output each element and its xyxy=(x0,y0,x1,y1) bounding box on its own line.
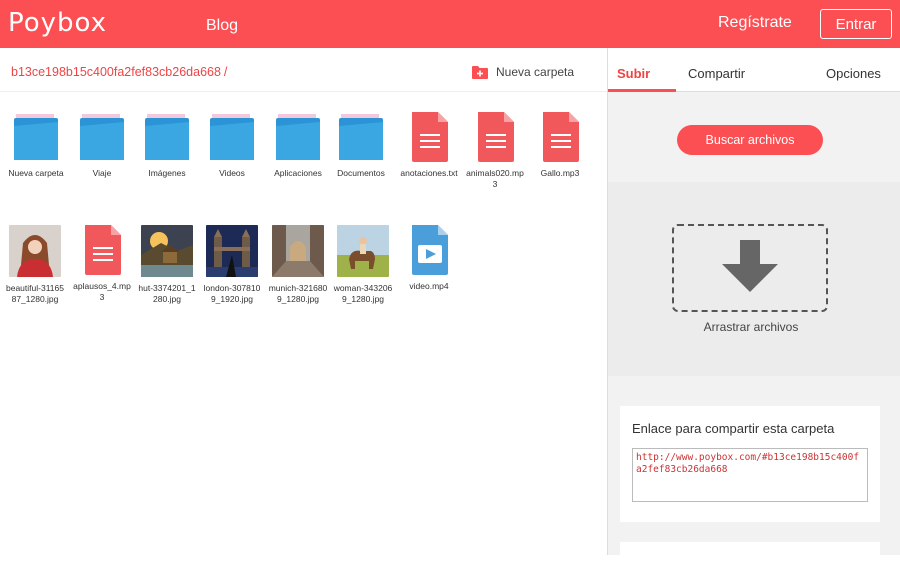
file-item[interactable]: munich-3216809_1280.jpg xyxy=(268,225,328,304)
file-label: aplausos_4.mp3 xyxy=(73,281,131,302)
document-icon xyxy=(478,112,514,162)
file-item[interactable]: Aplicaciones xyxy=(268,112,328,179)
download-arrow-icon xyxy=(722,240,778,292)
share-link-title: Enlace para compartir esta carpeta xyxy=(632,421,835,436)
file-item[interactable]: hut-3374201_1280.jpg xyxy=(137,225,197,304)
active-tab-indicator xyxy=(608,89,676,92)
file-item[interactable]: Documentos xyxy=(331,112,391,179)
drop-zone-area[interactable]: Arrastrar archivos xyxy=(608,182,900,376)
file-label: woman-3432069_1280.jpg xyxy=(333,283,393,304)
photo-thumbnail xyxy=(272,225,324,277)
photo-thumbnail xyxy=(206,225,258,277)
login-button[interactable]: Entrar xyxy=(820,9,892,39)
folder-icon xyxy=(80,114,124,160)
file-label: beautiful-3116587_1280.jpg xyxy=(6,283,64,304)
file-label: video.mp4 xyxy=(409,281,449,291)
drop-zone-label: Arrastrar archivos xyxy=(703,320,799,334)
folder-icon xyxy=(145,114,189,160)
file-item[interactable]: Nueva carpeta xyxy=(6,112,66,179)
file-item[interactable]: london-3078109_1920.jpg xyxy=(202,225,262,304)
share-link-field[interactable]: http://www.poybox.com/#b13ce198b15c400fa… xyxy=(632,448,868,502)
document-icon xyxy=(85,225,121,275)
file-item[interactable]: Videos xyxy=(202,112,262,179)
file-item[interactable]: Viaje xyxy=(72,112,132,179)
nav-blog-link[interactable]: Blog xyxy=(206,17,238,35)
file-label: Imágenes xyxy=(148,168,186,178)
file-item[interactable]: aplausos_4.mp3 xyxy=(72,225,132,302)
file-label: hut-3374201_1280.jpg xyxy=(138,283,196,304)
breadcrumb-bar: b13ce198b15c400fa2fef83cb26da668/ Nueva … xyxy=(0,48,607,92)
video-file-icon xyxy=(412,225,448,275)
new-folder-label: Nueva carpeta xyxy=(496,65,575,79)
file-browser: b13ce198b15c400fa2fef83cb26da668/ Nueva … xyxy=(0,48,607,555)
file-label: anotaciones.txt xyxy=(400,168,458,178)
folder-plus-icon xyxy=(472,65,488,79)
file-item[interactable]: beautiful-3116587_1280.jpg xyxy=(5,225,65,304)
photo-thumbnail xyxy=(141,225,193,277)
photo-thumbnail xyxy=(337,225,389,277)
file-item[interactable]: woman-3432069_1280.jpg xyxy=(333,225,393,304)
breadcrumb-folder-link[interactable]: b13ce198b15c400fa2fef83cb26da668 xyxy=(11,65,221,79)
file-item[interactable]: video.mp4 xyxy=(399,225,459,292)
folder-icon xyxy=(14,114,58,160)
file-label: Documentos xyxy=(337,168,385,178)
sidebar-panel: Subir Compartir Opciones Buscar archivos… xyxy=(608,48,900,562)
tab-share[interactable]: Compartir xyxy=(688,66,745,81)
browse-files-button[interactable]: Buscar archivos xyxy=(677,125,823,155)
file-label: Viaje xyxy=(92,168,112,178)
breadcrumb: b13ce198b15c400fa2fef83cb26da668/ xyxy=(11,65,227,79)
folder-icon xyxy=(276,114,320,160)
drop-zone[interactable] xyxy=(672,224,828,312)
file-label: Aplicaciones xyxy=(274,168,322,178)
register-link[interactable]: Regístrate xyxy=(718,14,792,32)
file-item[interactable]: Gallo.mp3 xyxy=(530,112,590,179)
document-icon xyxy=(543,112,579,162)
logo[interactable]: Poybox xyxy=(8,8,107,38)
share-link-box: Enlace para compartir esta carpeta http:… xyxy=(620,406,880,522)
document-icon xyxy=(412,112,448,162)
file-item[interactable]: Imágenes xyxy=(137,112,197,179)
top-bar: Poybox Blog Regístrate Entrar xyxy=(0,0,900,48)
new-folder-button[interactable]: Nueva carpeta xyxy=(472,65,574,79)
sidebar-tabs: Subir Compartir Opciones xyxy=(608,48,900,92)
file-item[interactable]: animals020.mp3 xyxy=(465,112,525,189)
tab-upload[interactable]: Subir xyxy=(617,66,650,81)
folder-icon xyxy=(339,114,383,160)
bottom-panel xyxy=(620,542,880,562)
folder-icon xyxy=(210,114,254,160)
file-label: london-3078109_1920.jpg xyxy=(203,283,261,304)
file-label: Videos xyxy=(219,168,245,178)
file-label: Nueva carpeta xyxy=(8,168,64,178)
file-item[interactable]: anotaciones.txt xyxy=(399,112,459,179)
file-label: animals020.mp3 xyxy=(466,168,524,189)
breadcrumb-separator: / xyxy=(223,65,228,79)
tab-options[interactable]: Opciones xyxy=(826,66,881,81)
photo-thumbnail xyxy=(9,225,61,277)
file-label: munich-3216809_1280.jpg xyxy=(268,283,328,304)
file-label: Gallo.mp3 xyxy=(540,168,580,178)
